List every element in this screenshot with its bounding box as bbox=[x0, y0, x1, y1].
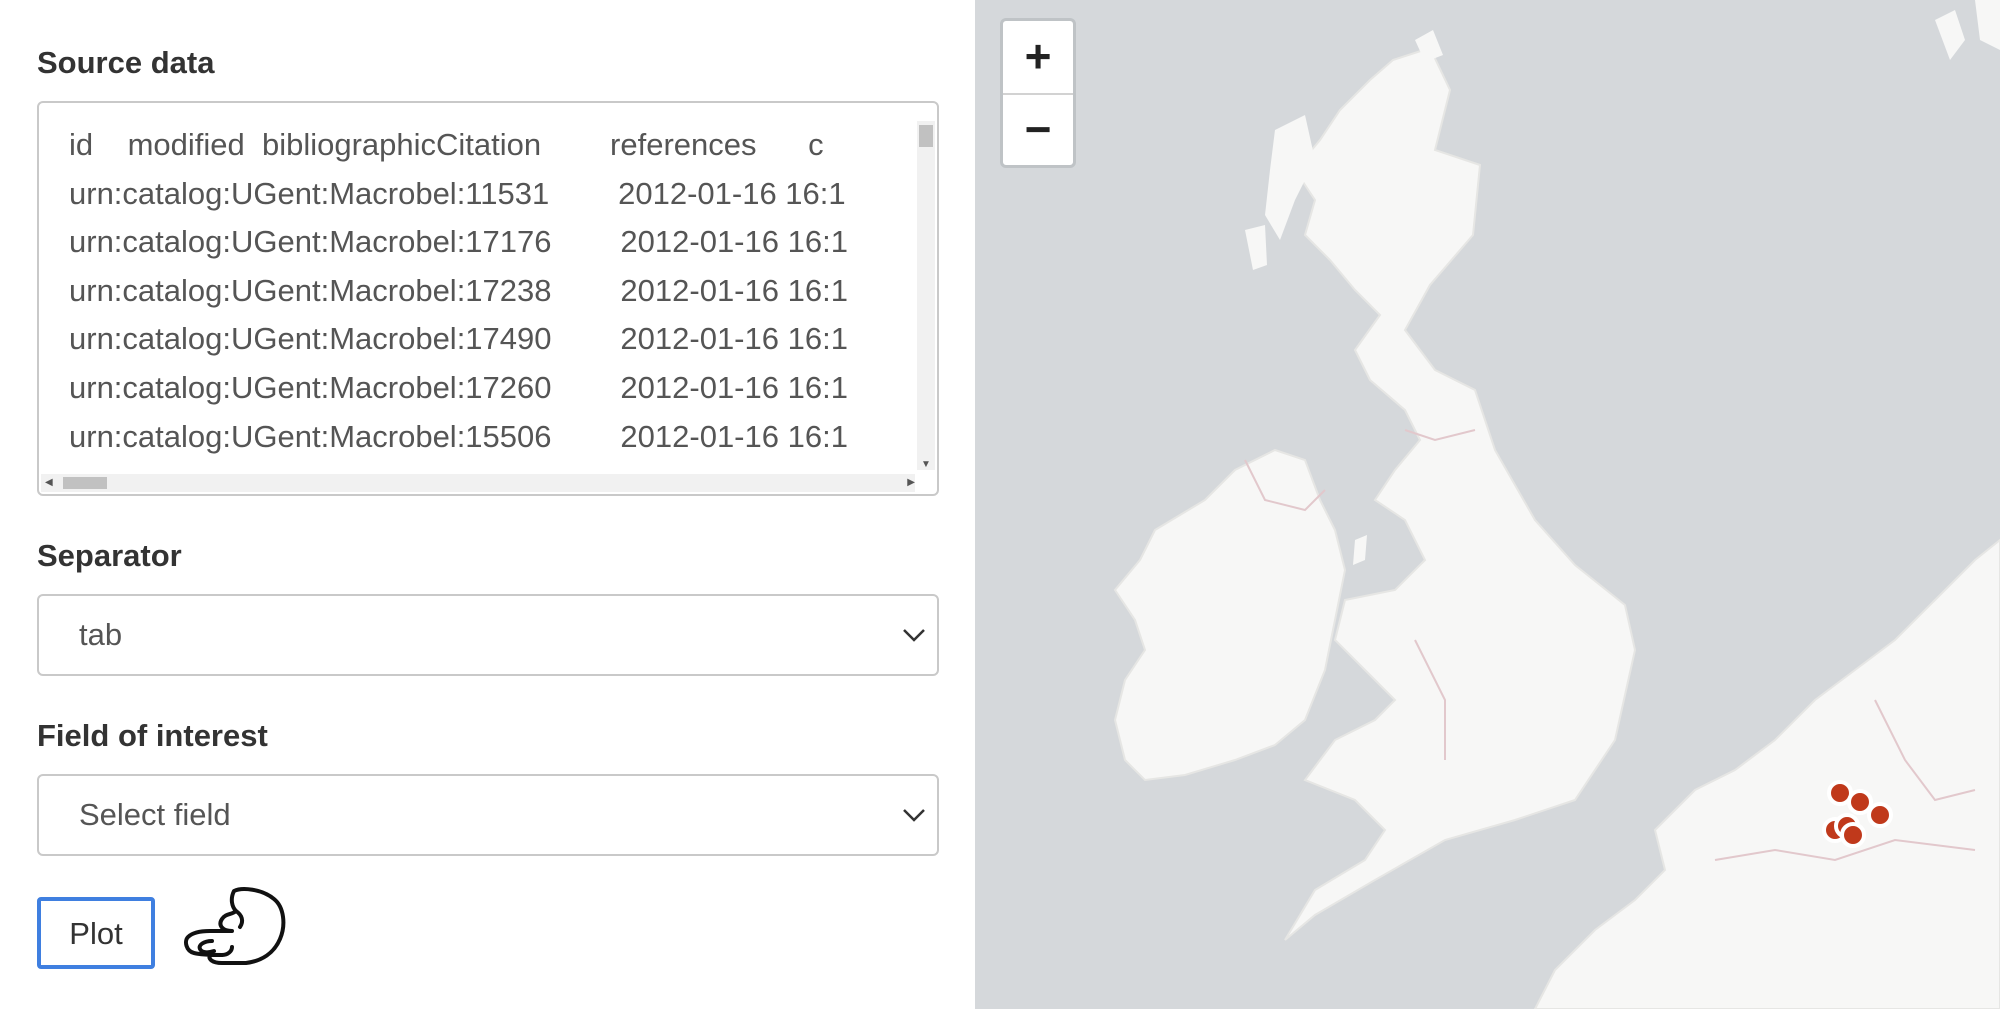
horizontal-scrollbar[interactable]: ◀ ▶ bbox=[41, 474, 915, 492]
vertical-scroll-thumb[interactable] bbox=[919, 125, 933, 147]
map-marker bbox=[1847, 789, 1873, 815]
field-of-interest-label: Field of interest bbox=[37, 718, 268, 753]
map-marker bbox=[1840, 822, 1866, 848]
vertical-scrollbar[interactable]: ▼ bbox=[917, 121, 935, 470]
field-of-interest-select[interactable]: Select field bbox=[37, 774, 939, 856]
source-line: urn:catalog:UGent:Macrobel:17176 2012-01… bbox=[69, 224, 848, 260]
zoom-out-button[interactable]: − bbox=[1003, 94, 1073, 166]
field-of-interest-value: Select field bbox=[79, 797, 231, 832]
chevron-down-icon bbox=[903, 629, 925, 642]
map-view[interactable]: + − bbox=[975, 0, 2000, 1009]
source-line: urn:catalog:UGent:Macrobel:17490 2012-01… bbox=[69, 321, 848, 357]
map-marker bbox=[1867, 802, 1893, 828]
plot-button[interactable]: Plot bbox=[37, 897, 155, 969]
chevron-down-icon bbox=[903, 809, 925, 822]
separator-label: Separator bbox=[37, 538, 182, 573]
source-line: urn:catalog:UGent:Macrobel:15506 2012-01… bbox=[69, 418, 848, 454]
source-data-content: id modified bibliographicCitation refere… bbox=[69, 121, 913, 470]
zoom-in-button[interactable]: + bbox=[1003, 21, 1073, 95]
zoom-control: + − bbox=[1000, 18, 1076, 168]
source-line: urn:catalog:UGent:Macrobel:11531 2012-01… bbox=[69, 175, 846, 211]
horizontal-scroll-thumb[interactable] bbox=[63, 477, 107, 489]
basemap bbox=[975, 0, 2000, 1009]
separator-value: tab bbox=[79, 617, 123, 652]
scroll-down-arrow-icon[interactable]: ▼ bbox=[917, 459, 935, 470]
separator-select[interactable]: tab bbox=[37, 594, 939, 676]
form-panel: Source data id modified bibliographicCit… bbox=[0, 0, 975, 1009]
source-line: urn:catalog:UGent:Macrobel:17260 2012-01… bbox=[69, 369, 848, 405]
source-line: id modified bibliographicCitation refere… bbox=[69, 127, 824, 162]
hand-pointing-icon bbox=[184, 887, 286, 965]
source-data-textarea[interactable]: id modified bibliographicCitation refere… bbox=[37, 101, 939, 496]
source-line: urn:catalog:UGent:Macrobel:17238 2012-01… bbox=[69, 272, 848, 308]
scroll-right-arrow-icon[interactable]: ▶ bbox=[907, 474, 915, 492]
scroll-left-arrow-icon[interactable]: ◀ bbox=[45, 474, 53, 492]
source-line: urn:catalog:UGent:Macrobel:15758 2012-01… bbox=[69, 461, 913, 470]
source-data-label: Source data bbox=[37, 45, 215, 80]
